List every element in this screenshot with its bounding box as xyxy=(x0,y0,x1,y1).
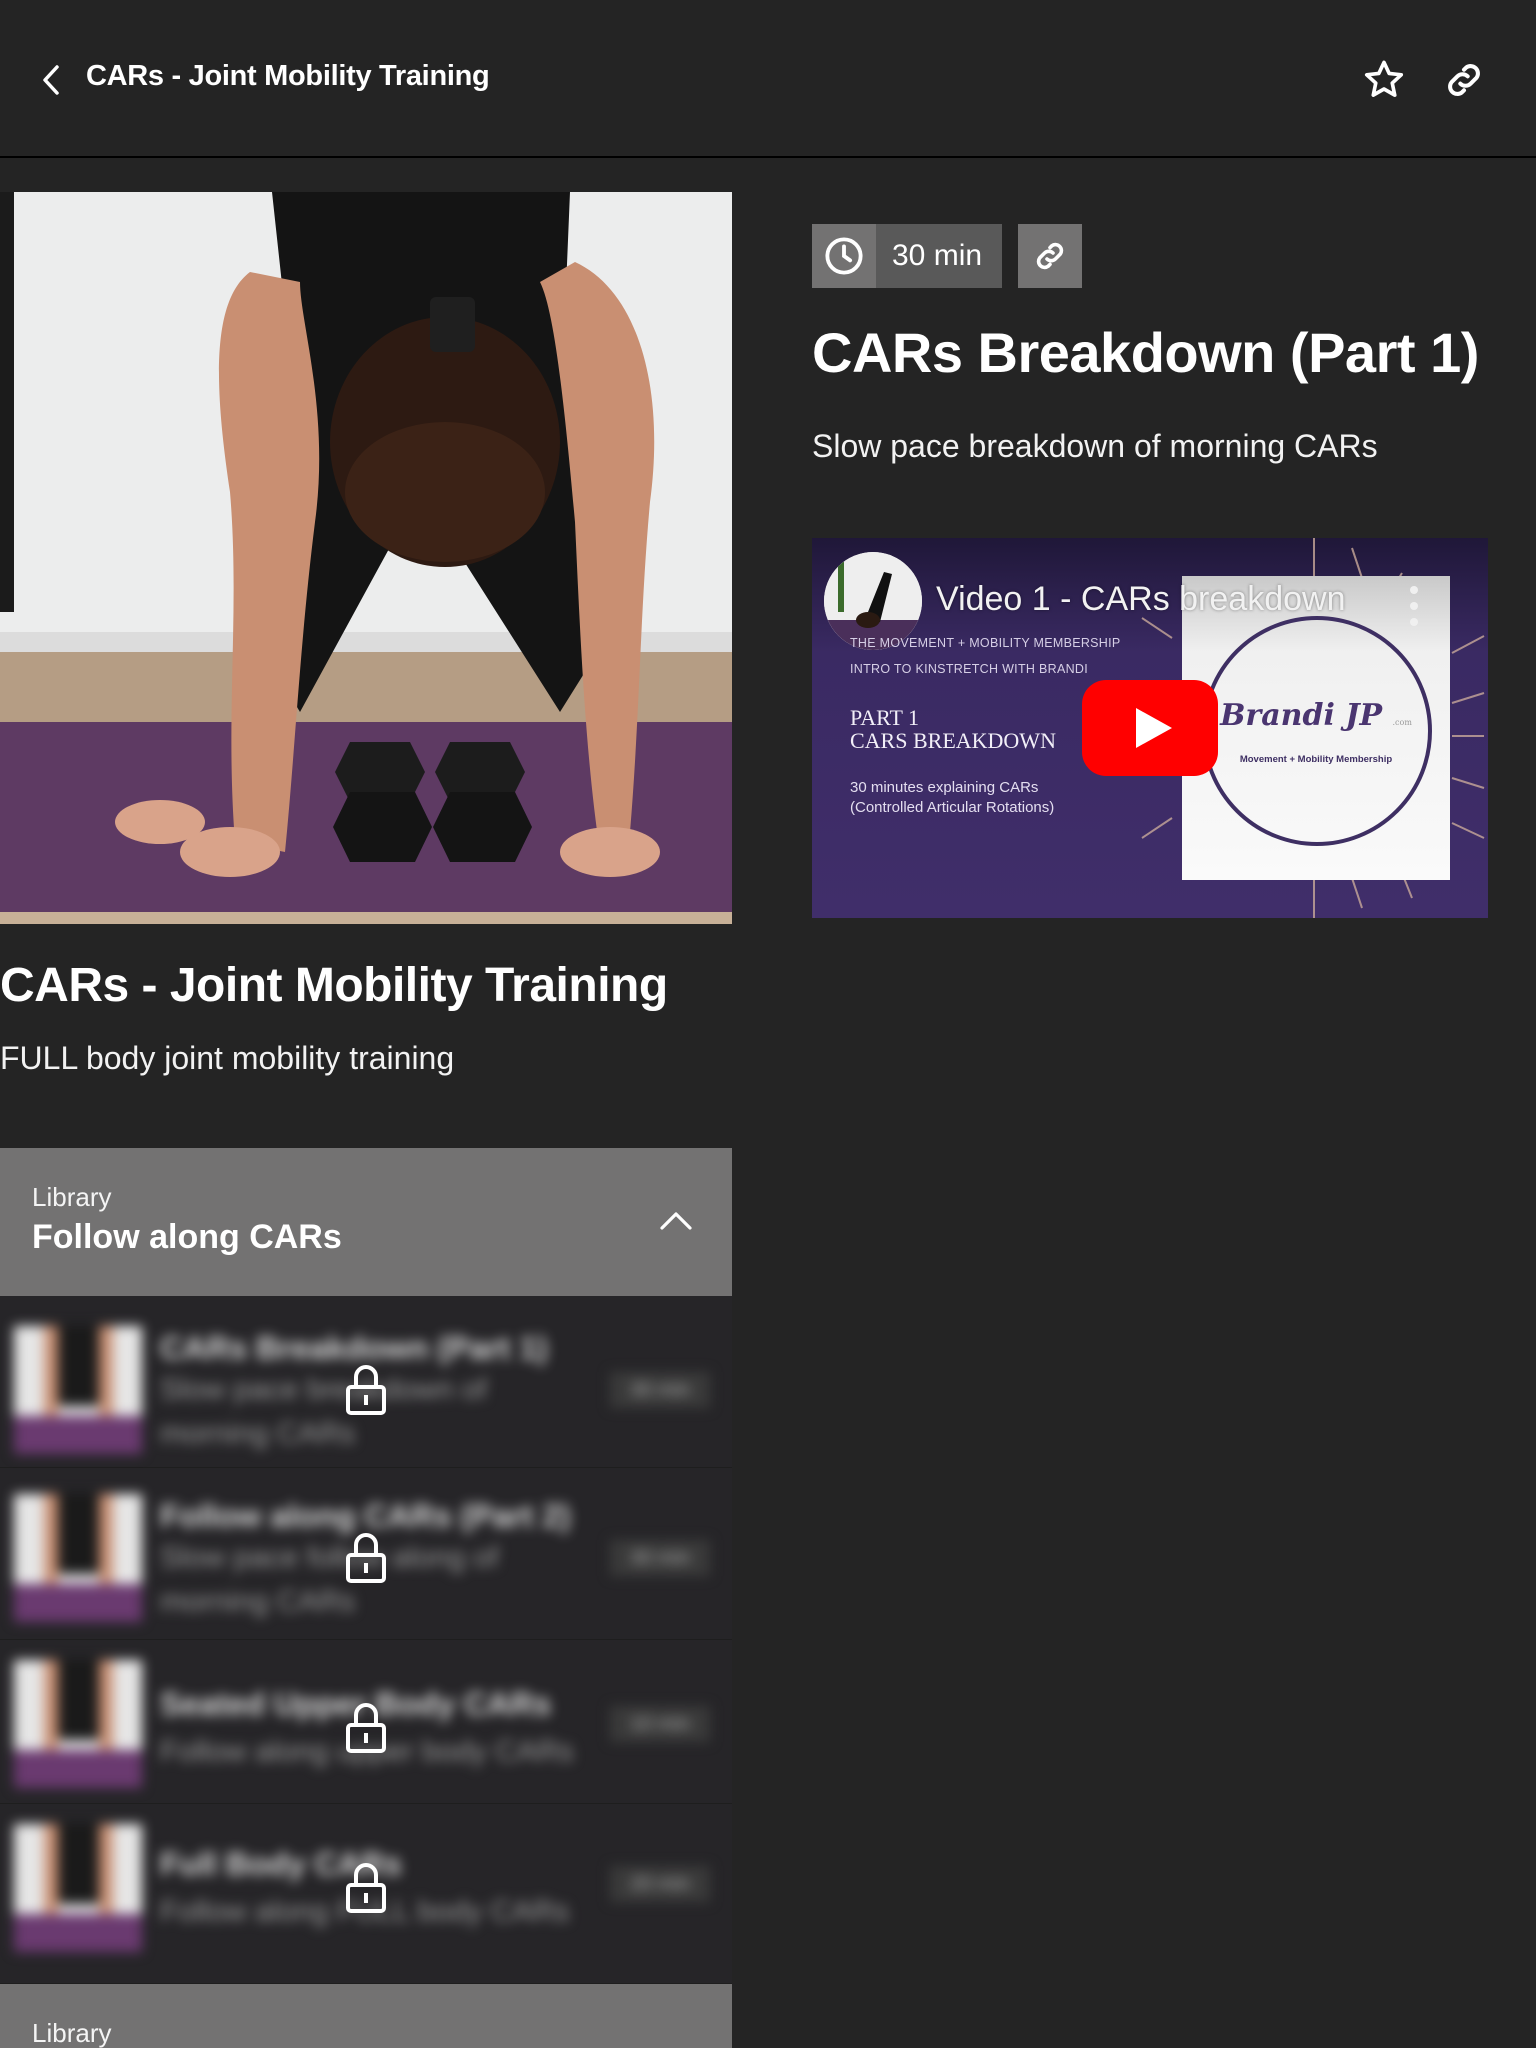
brand-logo: Brandi JP .com xyxy=(1182,698,1450,733)
video-part-line1: PART 1 xyxy=(850,705,919,730)
item-duration: 10 min xyxy=(610,1706,710,1742)
item-duration: 30 min xyxy=(610,1540,710,1576)
more-vertical-icon[interactable] xyxy=(1402,586,1426,626)
collapse-toggle[interactable] xyxy=(656,1200,696,1240)
video-subtitle: 30 minutes explaining CARs (Controlled A… xyxy=(850,778,1054,818)
item-duration: 30 min xyxy=(610,1372,710,1408)
copy-link-button[interactable] xyxy=(1018,224,1082,288)
lock-icon xyxy=(342,1698,390,1758)
lesson-title: CARs Breakdown (Part 1) xyxy=(812,321,1479,384)
brand-suffix: .com xyxy=(1392,718,1412,727)
video-part-line2: CARS BREAKDOWN xyxy=(850,728,1056,753)
library-item[interactable]: CARs Breakdown (Part 1) Slow pace breakd… xyxy=(0,1296,732,1468)
link-icon xyxy=(1448,64,1480,96)
video-line-intro: INTRO TO KINSTRETCH WITH BRANDI xyxy=(850,662,1089,676)
program-title: CARs - Joint Mobility Training xyxy=(0,959,668,1012)
link-icon xyxy=(1036,242,1064,270)
program-description: FULL body joint mobility training xyxy=(0,1040,455,1076)
lock-icon xyxy=(342,1360,390,1420)
brand-membership: Movement + Mobility Membership xyxy=(1239,754,1393,765)
item-thumbnail xyxy=(14,1660,142,1788)
item-thumbnail xyxy=(14,1494,142,1622)
share-link-button[interactable] xyxy=(1440,56,1488,104)
star-outline-icon xyxy=(1364,60,1404,97)
video-part-heading: PART 1 CARS BREAKDOWN xyxy=(850,706,1056,752)
lock-icon xyxy=(342,1858,390,1918)
library-item[interactable]: Follow along CARs (Part 2) Slow pace fol… xyxy=(0,1468,732,1640)
duration-text: 30 min xyxy=(876,224,1002,288)
brand-name: Brandi JP xyxy=(1220,698,1383,733)
library-item[interactable]: Seated Upper Body CARs Follow along uppe… xyxy=(0,1640,732,1804)
play-button[interactable] xyxy=(1082,680,1218,776)
hero-photo xyxy=(0,192,732,924)
library-name: Follow along CARs xyxy=(32,1218,342,1256)
lesson-description: Slow pace breakdown of morning CARs xyxy=(812,428,1378,464)
header-title: CARs - Joint Mobility Training xyxy=(86,60,490,92)
item-thumbnail xyxy=(14,1824,142,1952)
chevron-left-icon xyxy=(43,65,59,95)
video-line-membership: THE MOVEMENT + MOBILITY MEMBERSHIP xyxy=(850,636,1121,650)
video-title[interactable]: Video 1 - CARs breakdown xyxy=(936,580,1345,619)
video-sub-line1: 30 minutes explaining CARs xyxy=(850,779,1039,796)
chevron-up-icon xyxy=(660,1212,692,1230)
youtube-play-icon xyxy=(1082,680,1218,776)
item-thumbnail xyxy=(14,1326,142,1454)
item-duration: 20 min xyxy=(610,1866,710,1902)
top-app-bar: CARs - Joint Mobility Training xyxy=(0,0,1536,158)
clock-icon xyxy=(825,237,863,275)
duration-badge: 30 min xyxy=(812,224,1002,288)
library-label: Library xyxy=(32,1182,112,1212)
video-sub-line2: (Controlled Articular Rotations) xyxy=(850,799,1055,816)
video-player[interactable]: Video 1 - CARs breakdown THE MOVEMENT + … xyxy=(812,538,1488,918)
back-button[interactable] xyxy=(36,62,66,98)
program-hero-image xyxy=(0,192,732,924)
library-header-follow-along-cars[interactable]: Library Follow along CARs xyxy=(0,1148,732,1296)
library-header-2[interactable]: Library xyxy=(0,1984,732,2048)
lock-icon xyxy=(342,1528,390,1588)
library-item[interactable]: Full Body CARs Follow along FULL body CA… xyxy=(0,1804,732,1984)
library-label: Library xyxy=(32,2018,112,2048)
favorite-button[interactable] xyxy=(1360,56,1408,104)
